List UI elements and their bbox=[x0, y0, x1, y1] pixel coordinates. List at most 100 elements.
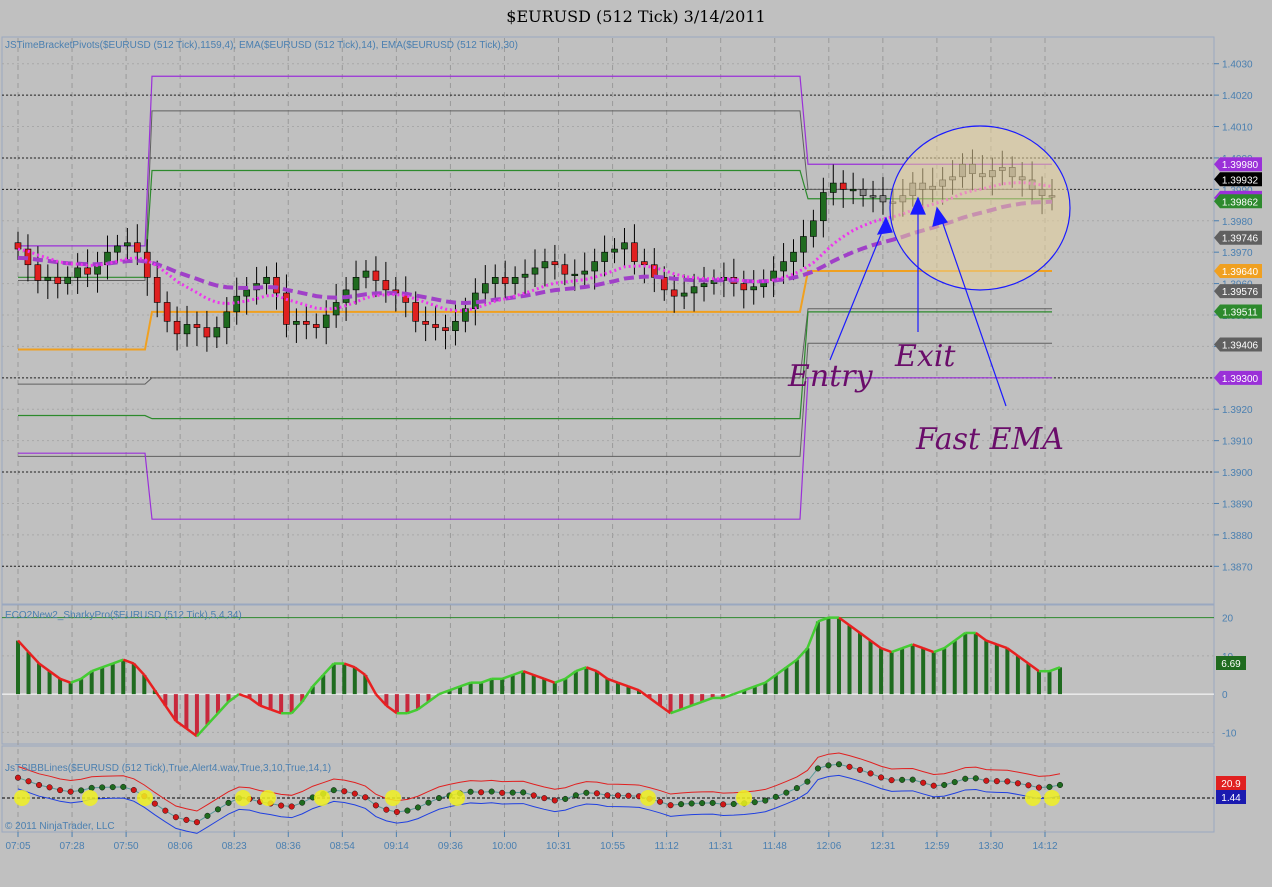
bb-dot bbox=[699, 800, 706, 807]
candle-body bbox=[879, 195, 887, 203]
candle-body bbox=[780, 261, 787, 272]
chart-title: $EURUSD (512 Tick) 3/14/2011 bbox=[506, 7, 765, 26]
oscillator-bar bbox=[605, 678, 610, 695]
oscillator-bar bbox=[879, 648, 884, 695]
candle-body bbox=[143, 251, 151, 278]
oscillator-value-tag: 6.69 bbox=[1216, 656, 1246, 670]
bb-dot bbox=[899, 776, 906, 783]
bb-alert-marker bbox=[736, 789, 752, 806]
y-tick-label: 1.3900 bbox=[1222, 468, 1253, 479]
bb-dot bbox=[383, 806, 390, 813]
oscillator-bar bbox=[679, 694, 684, 710]
x-tick-label: 07:05 bbox=[5, 841, 30, 852]
oscillator-bar bbox=[479, 682, 484, 695]
candle-body bbox=[839, 182, 847, 190]
oscillator-bar bbox=[16, 640, 20, 695]
oscillator-bar bbox=[573, 671, 578, 695]
bb-dot bbox=[151, 800, 158, 807]
y-tick-label: 1.3920 bbox=[1222, 405, 1253, 416]
bb-alert-marker bbox=[640, 789, 656, 806]
candle-body bbox=[740, 283, 748, 291]
bb-dot bbox=[288, 803, 295, 810]
bb-dot bbox=[625, 792, 632, 799]
bb-dot bbox=[467, 788, 474, 795]
candle-body bbox=[203, 327, 211, 338]
oscillator-bar bbox=[342, 663, 347, 695]
bb-dot bbox=[962, 775, 969, 782]
candle-body bbox=[511, 277, 519, 284]
y-tick-label: 1.4010 bbox=[1222, 123, 1253, 134]
candle-body bbox=[810, 220, 817, 237]
bb-alert-marker bbox=[1025, 789, 1041, 806]
oscillator-bar bbox=[794, 659, 799, 695]
bb-dot bbox=[688, 800, 695, 807]
oscillator-bar bbox=[184, 694, 189, 729]
candle-body bbox=[551, 261, 559, 266]
candle-body bbox=[452, 320, 459, 332]
candle-body bbox=[183, 324, 191, 335]
bb-dot bbox=[657, 798, 664, 805]
price-tag: 1.39862 bbox=[1214, 194, 1262, 209]
x-tick-label: 08:54 bbox=[330, 841, 355, 852]
oscillator-bar bbox=[521, 671, 526, 695]
candle-body bbox=[611, 248, 618, 253]
y-tick-label: 1.3970 bbox=[1222, 248, 1253, 259]
x-tick-label: 10:31 bbox=[546, 841, 571, 852]
bb-dot bbox=[909, 776, 916, 783]
bb-dot bbox=[762, 797, 769, 804]
price-tag-text: 1.39640 bbox=[1222, 267, 1259, 278]
svg-text:20.9: 20.9 bbox=[1221, 779, 1241, 790]
oscillator-bar bbox=[942, 648, 947, 695]
oscillator-bar bbox=[836, 617, 841, 695]
bb-dot bbox=[404, 807, 411, 814]
bb-dot bbox=[120, 783, 127, 790]
bb-dot bbox=[1056, 781, 1063, 788]
oscillator-bar bbox=[542, 678, 547, 695]
candle-body bbox=[34, 264, 42, 281]
candle-body bbox=[491, 277, 499, 284]
candle-body bbox=[561, 264, 569, 275]
bb-dot bbox=[67, 788, 74, 795]
candle-body bbox=[412, 302, 419, 322]
bb-dot bbox=[951, 779, 958, 786]
bb-value-tag: 20.9 1.44 bbox=[1216, 776, 1246, 804]
candle-body bbox=[193, 324, 201, 328]
bb-dot bbox=[299, 799, 306, 806]
oscillator-bar bbox=[984, 640, 989, 695]
candle-body bbox=[521, 273, 529, 278]
x-tick-label: 08:23 bbox=[222, 841, 247, 852]
bb-alert-marker bbox=[137, 789, 153, 806]
oscillator-bar bbox=[268, 694, 273, 710]
oscillator-bar bbox=[100, 667, 105, 695]
x-tick-label: 11:48 bbox=[763, 841, 788, 852]
bb-dot bbox=[57, 787, 64, 794]
candle-body bbox=[303, 320, 310, 325]
oscillator-bar bbox=[1058, 667, 1062, 695]
bb-dot bbox=[1004, 778, 1011, 785]
price-tag-text: 1.39300 bbox=[1222, 374, 1259, 385]
candle-body bbox=[312, 324, 320, 328]
bb-dot bbox=[499, 789, 506, 796]
candle-body bbox=[800, 236, 807, 253]
bb-dot bbox=[362, 794, 369, 801]
bb-dot bbox=[530, 792, 537, 799]
oscillator-bar bbox=[405, 694, 410, 714]
bb-dot bbox=[751, 799, 758, 806]
oscillator-bar bbox=[784, 667, 789, 695]
bb-dot bbox=[25, 778, 32, 785]
y-tick-label: 1.3980 bbox=[1222, 217, 1253, 228]
oscillator-bar bbox=[331, 663, 336, 695]
bb-dot bbox=[593, 790, 600, 797]
bb-dot bbox=[793, 785, 800, 792]
bb-alert-marker bbox=[235, 789, 251, 806]
bb-dot bbox=[614, 792, 621, 799]
osc-tick-label: 0 bbox=[1222, 690, 1228, 701]
candle-body bbox=[322, 314, 330, 328]
bb-dot bbox=[99, 784, 106, 791]
oscillator-panel bbox=[1, 604, 1215, 745]
bb-dot bbox=[551, 797, 558, 804]
bb-dot bbox=[46, 784, 53, 791]
bb-dot bbox=[1014, 780, 1021, 787]
oscillator-bar bbox=[58, 678, 63, 695]
candle-body bbox=[631, 242, 638, 262]
